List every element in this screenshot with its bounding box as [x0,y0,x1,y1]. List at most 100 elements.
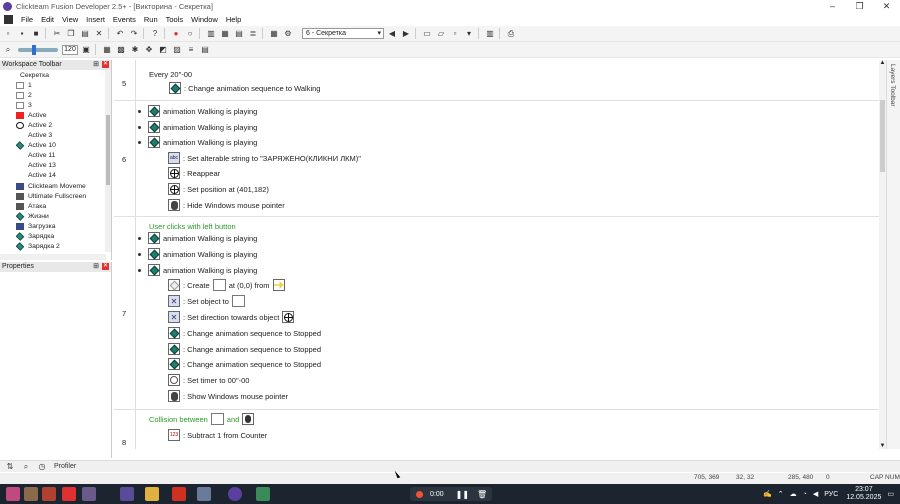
layer-tool-icon[interactable]: ◩ [157,44,169,55]
menu-view[interactable]: View [62,15,78,24]
event-action[interactable]: : Hide Windows mouse pointer [168,198,285,212]
close-panel-icon[interactable]: ✕ [102,61,109,68]
workspace-hscrollbar[interactable] [0,254,106,260]
taskbar-app-icon[interactable] [82,487,96,501]
event-condition[interactable]: Collision between and [149,412,257,426]
cloud-icon[interactable]: ☁ [790,490,797,498]
menu-insert[interactable]: Insert [86,15,105,24]
event-action[interactable]: : Reappear [168,166,220,180]
folder-icon[interactable] [145,487,159,501]
taskbar-app-icon[interactable] [120,487,134,501]
undo-icon[interactable]: ↶ [114,28,126,39]
language-indicator[interactable]: РУС [824,491,838,498]
workspace-tree-item[interactable]: Зарядка 2 [16,242,111,252]
event-list-icon[interactable]: ≣ [247,28,259,39]
minimize-button[interactable]: – [819,0,846,13]
prev-frame-icon[interactable]: ◀ [386,28,398,39]
search-icon[interactable]: ⌕ [20,461,32,472]
move-tool-icon[interactable]: ✥ [143,44,155,55]
zoom-icon[interactable]: ⌕ [2,44,14,55]
event-action[interactable]: : Create at (0,0) from [168,278,288,292]
snap-icon[interactable]: ▩ [115,44,127,55]
notifications-icon[interactable]: ▭ [887,490,894,498]
taskbar-app-icon[interactable] [42,487,56,501]
list-tool-icon[interactable]: ≡ [185,44,197,55]
event-action[interactable]: abc : Set alterable string to "ЗАРЯЖЕНО(… [168,151,361,165]
wifi-icon[interactable]: ◔ [803,491,807,498]
maximize-button[interactable]: ❐ [846,0,873,13]
event-condition[interactable]: animation Walking is playing [138,231,257,245]
workspace-tree-item[interactable]: Атака [16,201,111,211]
workspace-tree-item[interactable]: 3 [16,100,111,110]
event-action[interactable]: : Set position at (401,182) [168,182,269,196]
event-grid-icon[interactable]: ▦ [268,28,280,39]
sort-icon[interactable]: ⇅ [4,461,16,472]
image-tool-icon[interactable]: ▨ [171,44,183,55]
pause-icon[interactable]: ❚❚ [456,490,469,499]
event-condition[interactable]: animation Walking is playing [138,104,257,118]
delete-icon[interactable]: ✕ [93,28,105,39]
print-icon[interactable]: ⎙ [505,28,517,39]
grid-view-icon[interactable]: ▦ [101,44,113,55]
menu-edit[interactable]: Edit [41,15,54,24]
workspace-tree-item[interactable]: Active 13 [16,161,111,171]
view-icon[interactable]: ▭ [421,28,433,39]
workspace-scrollbar-thumb[interactable] [106,115,110,185]
event-action[interactable]: : Change animation sequence to Stopped [168,326,321,340]
paste-icon[interactable]: ▤ [79,28,91,39]
stop-icon[interactable]: ● [170,28,182,39]
taskbar-app-icon[interactable] [197,487,211,501]
close-button[interactable]: ✕ [873,0,900,13]
close-panel-icon[interactable]: ✕ [102,263,109,270]
workspace-tree-item[interactable]: Active 10 [16,141,111,151]
volume-icon[interactable]: ◀ [813,490,818,498]
workspace-tree-item[interactable]: Clickteam Moveme [16,181,111,191]
workspace-scrollbar[interactable] [105,70,111,252]
clickteam-fusion-icon[interactable] [228,487,242,501]
workspace-tree-item[interactable]: Active 2 [16,120,111,130]
yandex-icon[interactable] [172,487,186,501]
grid-icon[interactable]: ▥ [484,28,496,39]
workspace-tree-item[interactable]: Active [16,110,111,120]
comment-icon[interactable]: ▱ [435,28,447,39]
workspace-tree-item[interactable]: Загрузка [16,221,111,231]
pin-icon[interactable]: ⊞ [93,262,99,272]
menu-window[interactable]: Window [191,15,218,24]
new-icon[interactable]: ▫ [2,28,14,39]
chevron-up-icon[interactable]: ⌃ [778,490,784,498]
system-menu-icon[interactable] [4,15,13,24]
frame-select[interactable]: 6 - Секретка [302,28,384,39]
taskbar-app-icon[interactable] [256,487,270,501]
save-icon[interactable]: ■ [30,28,42,39]
zoom-field[interactable]: 120 [62,44,78,55]
workspace-tree-item[interactable]: 2 [16,90,111,100]
pin-icon[interactable]: ⊞ [93,60,99,70]
workspace-tree-item[interactable]: Жизни [16,211,111,221]
workspace-tree-item[interactable]: Active 3 [16,131,111,141]
event-action[interactable]: : Change animation sequence to Stopped [168,357,321,371]
event-condition[interactable]: animation Walking is playing [138,120,257,134]
menu-run[interactable]: Run [144,15,158,24]
workspace-tree-item[interactable]: 1 [16,80,111,90]
menu-help[interactable]: Help [226,15,241,24]
next-frame-icon[interactable]: ▶ [400,28,412,39]
settings-icon[interactable]: ⚙ [282,28,294,39]
menu-tools[interactable]: Tools [166,15,184,24]
yandex-browser-icon[interactable] [62,487,76,501]
workspace-tree-item[interactable]: Зарядка [16,232,111,242]
workspace-tree-item[interactable]: Active 14 [16,171,111,181]
taskbar-app-icon[interactable] [24,487,38,501]
object-tool-icon[interactable]: ✱ [129,44,141,55]
clock[interactable]: 23:07 12.05.2025 [846,486,881,502]
pen-icon[interactable]: ✍ [763,490,772,498]
event-action[interactable]: : Show Windows mouse pointer [168,389,288,403]
zoom-slider[interactable] [18,44,58,55]
frame-editor-icon[interactable]: ▦ [219,28,231,39]
clock-icon[interactable]: ◷ [36,461,48,472]
event-editor-icon[interactable]: ▤ [233,28,245,39]
fit-icon[interactable]: ▣ [80,44,92,55]
event-action[interactable]: ✕ : Set object to [168,294,248,308]
help-icon[interactable]: ? [149,28,161,39]
cut-icon[interactable]: ✂ [51,28,63,39]
menu-events[interactable]: Events [113,15,136,24]
